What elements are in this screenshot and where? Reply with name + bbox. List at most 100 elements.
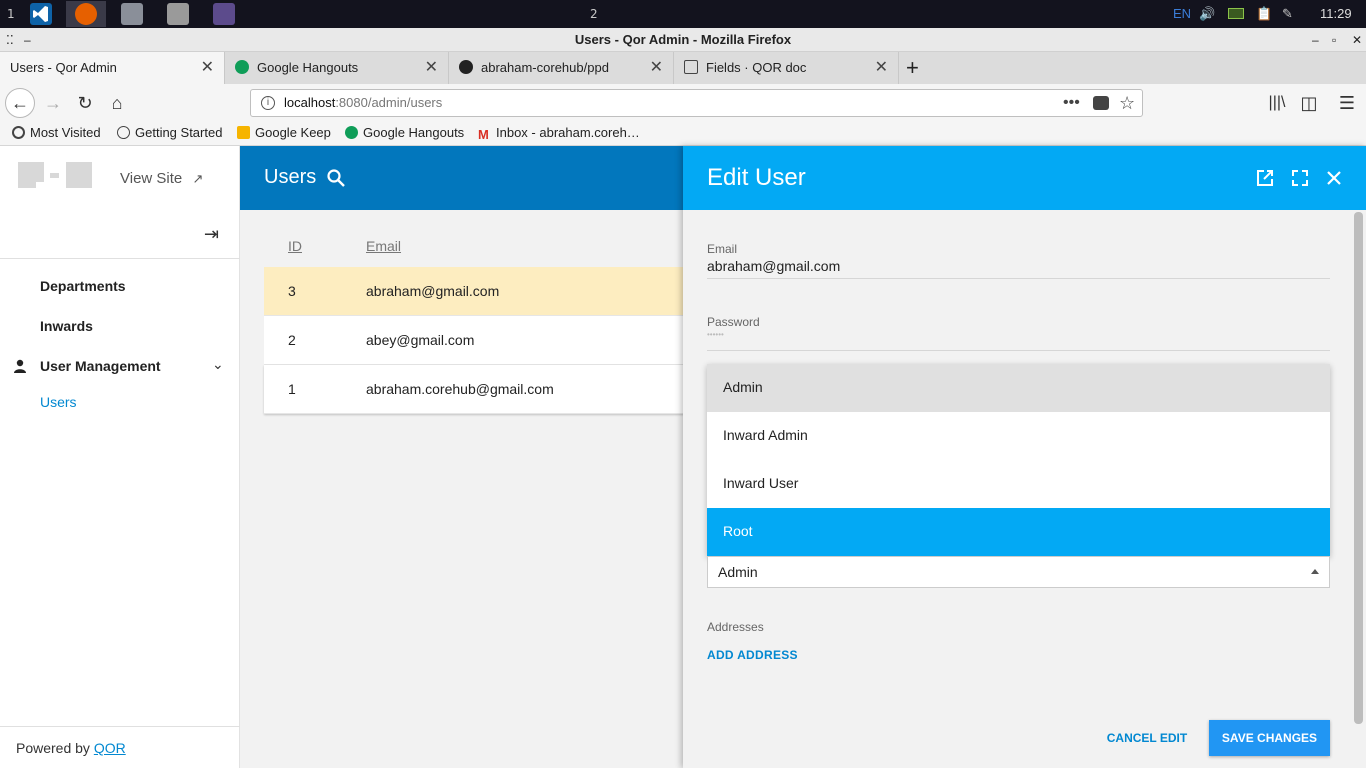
close-window-icon[interactable]: ✕ — [1352, 28, 1362, 52]
cancel-edit-button[interactable]: CANCEL EDIT — [1099, 720, 1195, 756]
url-bar[interactable]: i localhost:8080/admin/users ••• ☆ — [250, 89, 1143, 117]
add-address-button[interactable]: ADD ADDRESS — [707, 648, 798, 662]
url-text: localhost:8080/admin/users — [284, 90, 442, 116]
minimize-icon[interactable]: – — [1312, 28, 1319, 52]
bookmarks-toolbar: Most Visited Getting Started Google Keep… — [0, 122, 1366, 146]
bookmark-google-hangouts[interactable]: Google Hangouts — [345, 125, 464, 140]
bookmark-star-icon[interactable]: ☆ — [1119, 90, 1135, 116]
language-indicator[interactable]: EN — [1173, 6, 1191, 21]
admin-sidebar: View Site ↗ ⇥ Departments Inwards User M… — [0, 146, 240, 768]
powered-by-text: Powered by — [16, 740, 94, 756]
firefox-icon[interactable] — [75, 3, 97, 25]
cell-email: abraham.corehub@gmail.com — [366, 381, 554, 397]
close-tab-icon[interactable]: ✕ — [875, 52, 888, 84]
role-option-admin[interactable]: Admin — [707, 364, 1330, 412]
bookmark-inbox[interactable]: M Inbox - abraham.coreh… — [478, 125, 640, 141]
person-icon — [12, 358, 28, 374]
column-header-email[interactable]: Email — [366, 238, 401, 254]
window-title: Users - Qor Admin - Mozilla Firefox — [574, 32, 792, 47]
role-option-inward-user[interactable]: Inward User — [707, 460, 1330, 508]
password-field[interactable]: •••••• — [707, 330, 724, 339]
battery-icon[interactable] — [1228, 8, 1244, 19]
pen-icon[interactable]: ✎ — [1282, 6, 1293, 22]
fullscreen-icon[interactable] — [1290, 168, 1310, 188]
sidebar-item-user-management[interactable]: User Management — [40, 358, 161, 374]
home-button[interactable]: ⌂ — [102, 89, 132, 117]
gear-icon — [12, 126, 25, 139]
sidebar-item-inwards[interactable]: Inwards — [40, 318, 93, 334]
window-shade-icon[interactable]: – — [24, 28, 31, 52]
hangouts-icon — [235, 60, 249, 74]
image-viewer-icon[interactable] — [213, 3, 235, 25]
qor-logo[interactable] — [18, 162, 92, 192]
reload-button[interactable]: ↻ — [70, 89, 100, 117]
page-actions-icon[interactable]: ••• — [1063, 90, 1080, 116]
tab-google-hangouts[interactable]: Google Hangouts ✕ — [225, 52, 449, 84]
clipboard-icon[interactable]: 📋 — [1256, 6, 1272, 22]
close-tab-icon[interactable]: ✕ — [425, 52, 438, 84]
view-site-link[interactable]: View Site ↗ — [120, 170, 203, 187]
close-tab-icon[interactable]: ✕ — [650, 52, 663, 84]
browser-navbar: ← → ↻ ⌂ i localhost:8080/admin/users •••… — [0, 84, 1366, 122]
back-button[interactable]: ← — [5, 88, 35, 118]
role-option-root[interactable]: Root — [707, 508, 1330, 556]
sidebar-item-departments[interactable]: Departments — [40, 278, 126, 294]
tab-github[interactable]: abraham-corehub/ppd ✕ — [449, 52, 674, 84]
close-tab-icon[interactable]: ✕ — [201, 52, 214, 84]
tab-label: Fields · QOR doc — [706, 60, 807, 75]
database-icon[interactable] — [121, 3, 143, 25]
volume-icon[interactable]: 🔊 — [1199, 6, 1215, 22]
window-titlebar: ⁚⁚ – Users - Qor Admin - Mozilla Firefox… — [0, 28, 1366, 52]
menu-icon[interactable]: ☰ — [1332, 89, 1362, 117]
forward-button[interactable]: → — [38, 89, 68, 117]
sidebar-item-users[interactable]: Users — [40, 394, 77, 410]
workspace-1-label[interactable]: 1 — [7, 7, 15, 21]
hangouts-icon — [345, 126, 358, 139]
site-info-icon[interactable]: i — [261, 96, 275, 110]
save-changes-button[interactable]: SAVE CHANGES — [1209, 720, 1330, 756]
chevron-down-icon[interactable]: ⌄ — [212, 356, 224, 373]
column-header-id[interactable]: ID — [288, 238, 302, 254]
role-select[interactable]: Admin — [707, 556, 1330, 588]
pocket-icon[interactable] — [1093, 96, 1109, 110]
vscode-icon[interactable] — [30, 3, 52, 25]
logout-icon[interactable]: ⇥ — [204, 224, 226, 244]
table-row[interactable]: 3 abraham@gmail.com — [264, 267, 684, 316]
workspace-2-label[interactable]: 2 — [590, 7, 598, 21]
close-icon[interactable] — [1324, 168, 1344, 188]
role-option-inward-admin[interactable]: Inward Admin — [707, 412, 1330, 460]
tab-users-qor-admin[interactable]: Users - Qor Admin ✕ — [0, 52, 225, 84]
powered-by-footer: Powered by QOR — [0, 726, 240, 768]
tab-fields-qor-doc[interactable]: Fields · QOR doc ✕ — [674, 52, 899, 84]
bookmark-label: Inbox - abraham.coreh… — [496, 125, 640, 140]
password-label: Password — [707, 315, 760, 329]
password-underline — [707, 350, 1330, 351]
bookmark-label: Getting Started — [135, 125, 223, 140]
panel-scrollbar[interactable] — [1354, 212, 1363, 724]
search-icon[interactable] — [326, 168, 346, 188]
globe-icon — [117, 126, 130, 139]
cell-id: 3 — [288, 283, 296, 299]
table-row[interactable]: 1 abraham.corehub@gmail.com — [264, 365, 684, 414]
table-row[interactable]: 2 abey@gmail.com — [264, 316, 684, 365]
open-in-new-icon[interactable] — [1255, 168, 1275, 188]
external-link-icon: ↗ — [192, 171, 204, 186]
panel-title: Edit User — [707, 164, 806, 191]
bookmark-getting-started[interactable]: Getting Started — [117, 125, 222, 140]
bookmark-most-visited[interactable]: Most Visited — [12, 125, 101, 140]
users-table: ID Email 3 abraham@gmail.com 2 abey@gmai… — [264, 226, 684, 414]
qor-link[interactable]: QOR — [94, 740, 126, 756]
library-icon[interactable]: |||\ — [1262, 89, 1292, 117]
sidebar-toggle-icon[interactable]: ◫ — [1294, 89, 1324, 117]
window-menu-icon[interactable]: ⁚⁚ — [6, 28, 14, 52]
role-dropdown-menu: Admin Inward Admin Inward User Root — [707, 364, 1330, 556]
folder-icon[interactable] — [167, 3, 189, 25]
book-icon — [684, 60, 698, 74]
new-tab-button[interactable]: + — [899, 52, 933, 84]
url-path: :8080/admin/users — [335, 95, 443, 110]
main-header: Users — [240, 146, 684, 210]
email-field[interactable]: abraham@gmail.com — [707, 258, 840, 274]
cell-email: abraham@gmail.com — [366, 283, 500, 299]
maximize-icon[interactable]: ▫ — [1332, 28, 1336, 52]
bookmark-google-keep[interactable]: Google Keep — [237, 125, 331, 140]
